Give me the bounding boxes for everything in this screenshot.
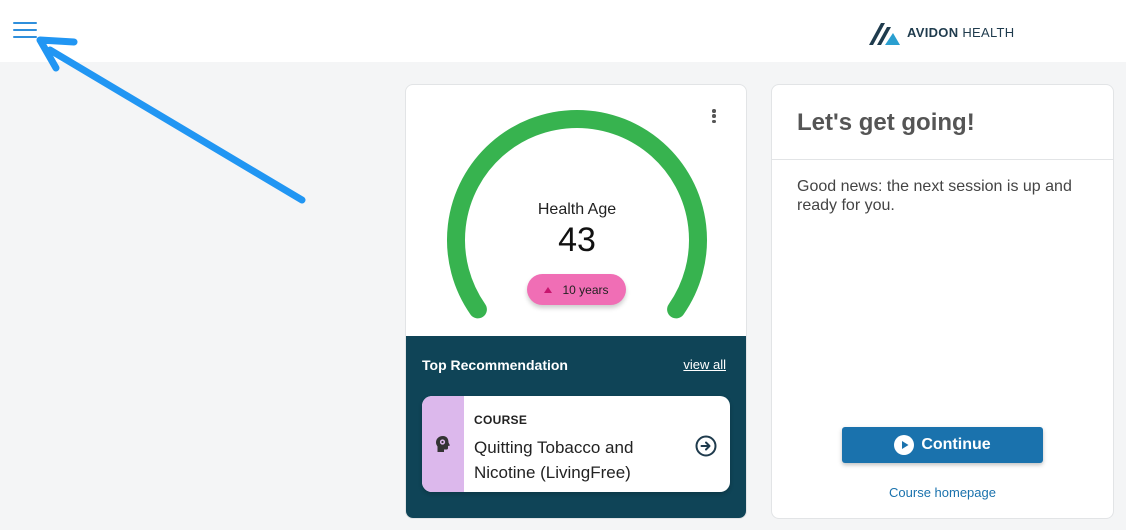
continue-label: Continue	[921, 436, 991, 453]
session-title: Let's get going!	[797, 109, 975, 136]
next-session-card: Let's get going! Good news: the next ses…	[771, 84, 1114, 519]
health-age-diff-badge: 10 years	[527, 274, 626, 305]
divider	[772, 159, 1113, 160]
health-age-value: 43	[558, 221, 596, 259]
health-age-gauge: Health Age 43 10 years	[406, 85, 746, 336]
continue-button[interactable]: Continue	[842, 427, 1043, 463]
avidon-logo-icon	[869, 23, 900, 45]
top-bar: AVIDON HEALTH	[0, 0, 1126, 62]
head-gear-icon	[436, 436, 450, 452]
course-homepage-link[interactable]: Course homepage	[772, 485, 1113, 500]
play-circle-icon	[894, 435, 915, 455]
top-recommendation-panel: Top Recommendation view all COURSE Quitt…	[406, 336, 746, 518]
more-vert-icon[interactable]	[708, 107, 720, 125]
recommended-course-card[interactable]: COURSE Quitting Tobacco and Nicotine (Li…	[422, 396, 730, 492]
view-all-link[interactable]: view all	[683, 357, 726, 372]
recommendation-title: Top Recommendation	[422, 357, 568, 373]
health-age-card: Health Age 43 10 years Top Recommendatio…	[405, 84, 747, 519]
logo-text: AVIDON HEALTH	[907, 24, 1015, 40]
hamburger-menu-icon[interactable]	[13, 22, 37, 40]
course-type-label: COURSE	[474, 413, 528, 427]
course-name: Quitting Tobacco and Nicotine (LivingFre…	[474, 438, 634, 482]
health-age-label: Health Age	[537, 201, 617, 218]
triangle-up-icon	[544, 286, 553, 293]
brand-logo[interactable]: AVIDON HEALTH	[869, 18, 1014, 46]
session-message: Good news: the next session is up and re…	[797, 178, 1072, 214]
badge-text: 10 years	[562, 282, 609, 297]
arrow-circle-right-icon[interactable]	[695, 435, 717, 457]
course-icon-strip	[422, 396, 464, 492]
